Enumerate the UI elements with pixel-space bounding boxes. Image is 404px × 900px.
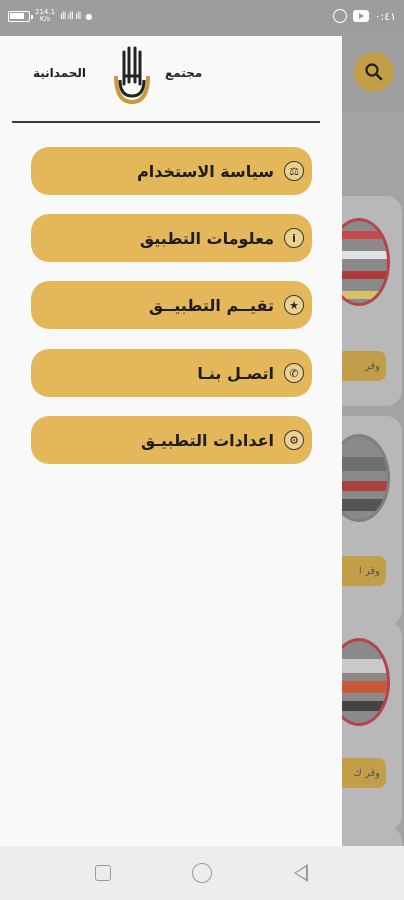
menu-item-label: معلومات التطبيق bbox=[139, 228, 274, 248]
search-button[interactable] bbox=[354, 52, 394, 92]
system-nav-bar bbox=[0, 846, 404, 900]
background-app: وقر وقر ا وقر ك bbox=[342, 36, 404, 846]
card-button[interactable]: وقر bbox=[342, 351, 386, 381]
background-card[interactable] bbox=[342, 826, 402, 846]
recent-apps-button[interactable] bbox=[95, 865, 111, 881]
network-speed: 214.1 K/s bbox=[35, 9, 55, 23]
menu-item-app-info[interactable]: معلومات التطبيق i bbox=[31, 214, 312, 262]
menu-item-app-settings[interactable]: اعدادات التطبيـق ⚙ bbox=[31, 416, 312, 464]
menu-item-label: تقيــم التطبيــق bbox=[148, 295, 274, 315]
menu-item-rate-app[interactable]: تقيــم التطبيــق ★ bbox=[31, 281, 312, 329]
notification-dot-icon: ● bbox=[85, 11, 93, 21]
card-thumbnail bbox=[342, 218, 390, 306]
battery-icon bbox=[8, 10, 33, 22]
card-button[interactable]: وقر ك bbox=[342, 758, 386, 788]
menu-item-label: اتصـل بنـا bbox=[197, 363, 274, 383]
menu-item-contact-us[interactable]: اتصـل بنـا ✆ bbox=[31, 349, 312, 397]
navigation-drawer: الحمدانية مجتمع سياسة الاستخدام ⚖ معلوما… bbox=[0, 36, 342, 846]
status-bar: 214.1 K/s ıll ıll ıll ● ٠:٤١ bbox=[0, 0, 404, 36]
status-left: 214.1 K/s ıll ıll ıll ● bbox=[8, 9, 92, 23]
menu-item-label: سياسة الاستخدام bbox=[137, 161, 274, 181]
drawer-divider bbox=[12, 121, 320, 123]
star-icon: ★ bbox=[284, 295, 304, 315]
menu-item-usage-policy[interactable]: سياسة الاستخدام ⚖ bbox=[31, 147, 312, 195]
status-time: ٠:٤١ bbox=[374, 9, 396, 23]
drawer-header: الحمدانية مجتمع bbox=[0, 36, 342, 124]
home-button[interactable] bbox=[192, 863, 212, 883]
background-header bbox=[342, 36, 404, 111]
search-icon bbox=[365, 63, 383, 81]
signal-icon: ıll ıll ıll bbox=[60, 10, 81, 22]
scale-icon: ⚖ bbox=[284, 161, 304, 181]
menu-item-label: اعدادات التطبيـق bbox=[140, 430, 274, 450]
status-right: ٠:٤١ bbox=[332, 9, 396, 23]
back-button[interactable] bbox=[294, 864, 308, 882]
network-speed-unit: K/s bbox=[39, 15, 51, 23]
logo-icon bbox=[114, 46, 150, 105]
brand-word-left: الحمدانية bbox=[33, 66, 87, 80]
sync-icon bbox=[332, 9, 347, 23]
brand-word-right: مجتمع bbox=[165, 66, 203, 80]
phone-icon: ✆ bbox=[284, 363, 304, 383]
settings-icon: ⚙ bbox=[284, 430, 304, 450]
info-icon: i bbox=[284, 228, 304, 248]
youtube-icon bbox=[352, 10, 369, 22]
card-button[interactable]: وقر ا bbox=[342, 556, 386, 586]
